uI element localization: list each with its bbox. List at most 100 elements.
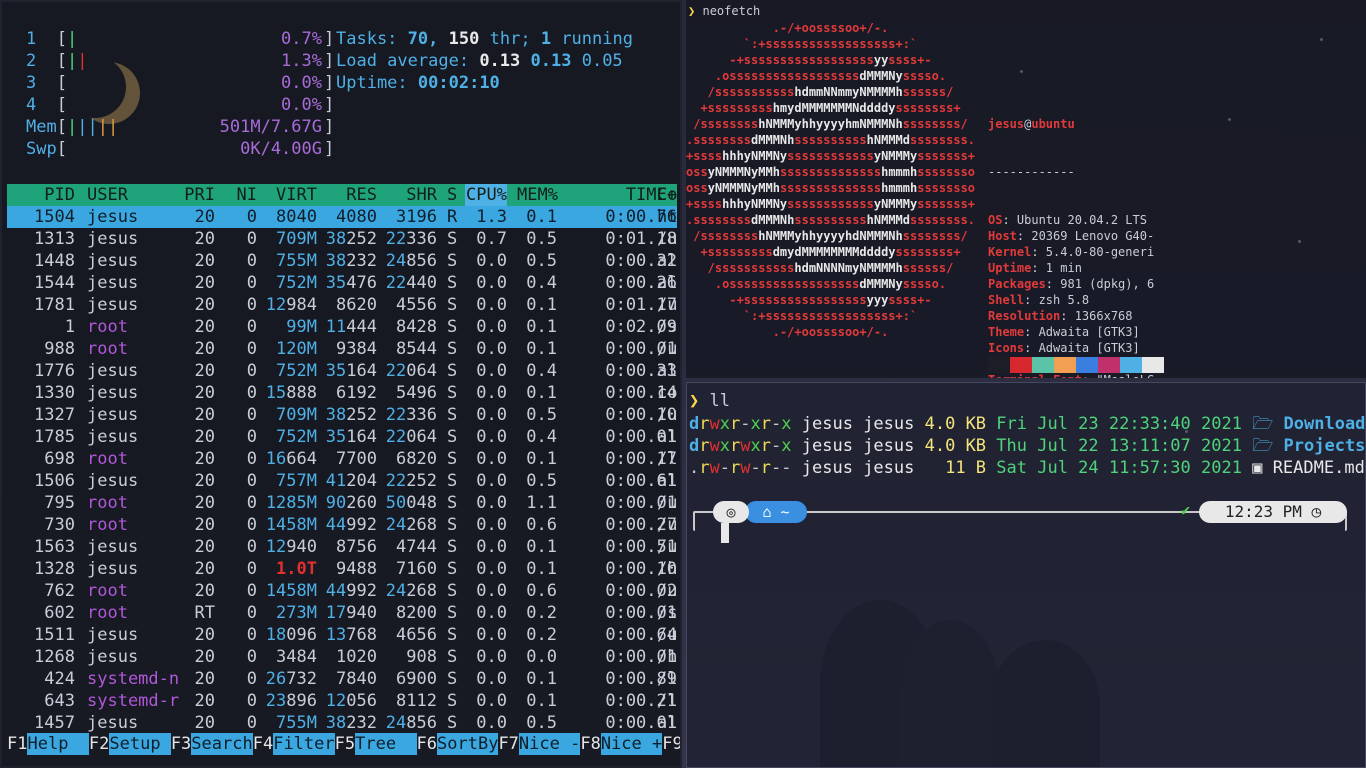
col-state[interactable]: S [447, 184, 457, 206]
directory-segment: ⌂ ~ [745, 501, 807, 523]
cell-virt: 120M [276, 339, 317, 359]
table-row[interactable]: 424 systemd-n 20 0 26732 7840 6900 S 0.0 0.1 0:00.… [7, 668, 677, 690]
process-table[interactable]: PID USER PRI NI VIRT RES SHR S CPU% MEM%… [7, 184, 677, 734]
htop-window[interactable]: 1 [| 0.7%] 2 [|| 1.3%] 3 [0.0%] 4 [0.0%] Mem[|… [0, 0, 682, 768]
fkey-f3[interactable]: F3 [171, 733, 191, 755]
table-row[interactable]: 1313 jesus 20 0 709M 38252 22336 S 0.7 0.5 0:01.18… [7, 228, 677, 250]
cell-shr: 50048 [385, 493, 437, 513]
cell-user: jesus [87, 405, 139, 425]
table-row[interactable]: 1776 jesus 20 0 752M 35164 22064 S 0.0 0.4 0:00.33… [7, 360, 677, 382]
table-row[interactable]: 1781 jesus 20 0 12984 8620 4556 S 0.0 0.1 0:01.17/… [7, 294, 677, 316]
cell-pid: 730 [44, 515, 75, 535]
cell-ni: 0 [246, 427, 257, 447]
list-item[interactable]: drwxrwxr-x jesus jesus 4.0 KB Thu Jul 22… [689, 435, 1365, 457]
cell-mem: 0.1 [526, 295, 557, 315]
cell-mem: 0.2 [526, 603, 557, 623]
col-shr[interactable]: SHR [385, 184, 437, 206]
cell-command: al [657, 713, 678, 733]
cell-res: 41204 [325, 471, 377, 491]
col-virt[interactable]: VIRT [265, 184, 317, 206]
cell-res: 11444 [325, 317, 377, 337]
info-icons: Icons: Adwaita [GTK3] [988, 341, 1140, 355]
cell-cpu: 1.3 [476, 207, 507, 227]
table-row[interactable]: 1268 jesus 20 0 3484 1020 908 S 0.0 0.0 0:00.01/h [7, 646, 677, 668]
cell-mem: 0.1 [526, 317, 557, 337]
col-ni[interactable]: NI [227, 184, 257, 206]
col-command[interactable]: Co [657, 184, 679, 206]
table-row[interactable]: 1563 jesus 20 0 12940 8756 4744 S 0.0 0.1 0:00.51/… [7, 536, 677, 558]
fkey-f5[interactable]: F5 [335, 733, 355, 755]
cell-state: S [447, 405, 458, 425]
info-kernel: Kernel: 5.4.0-80-generi [988, 245, 1155, 259]
table-row[interactable]: 1 root 20 0 99M 11444 8428 S 0.0 0.1 0:02.09/s [7, 316, 678, 338]
cell-command: /h [657, 559, 678, 579]
list-item[interactable]: .rw-rw-r-- jesus jesus 11 B Sat Jul 24 1… [689, 457, 1365, 479]
cell-mem: 0.5 [526, 713, 557, 733]
table-row[interactable]: 1328 jesus 20 0 1.0T 9488 7160 S 0.0 0.1 0:00.10/h [7, 558, 677, 580]
fkey-f2[interactable]: F2 [89, 733, 109, 755]
col-user[interactable]: USER [87, 184, 128, 206]
cell-ni: 0 [246, 339, 257, 359]
swp-meter: Swp[0K/4.00G] [26, 139, 335, 159]
table-row[interactable]: 762 root 20 0 1458M 44992 24268 S 0.0 0.6 0:00.02/… [7, 580, 677, 602]
table-row[interactable]: 1457 jesus 20 0 755M 38232 24856 S 0.0 0.5 0:00.01… [7, 712, 677, 734]
table-row[interactable]: 698 root 20 0 16664 7700 6820 S 0.0 0.1 0:00.17/l [7, 448, 677, 470]
col-cpu[interactable]: CPU% [465, 184, 507, 206]
fkey-f1[interactable]: F1 [7, 733, 27, 755]
table-row[interactable]: 1504 jesus 20 0 8040 4080 3196 R 1.3 0.1 0:00.76 ht [7, 206, 677, 228]
star-decoration [1320, 38, 1323, 41]
table-row[interactable]: 795 root 20 0 1285M 90260 50048 S 0.0 1.1 0:00.01/… [7, 492, 677, 514]
cell-ni: 0 [246, 361, 257, 381]
fkey-label-f3[interactable]: Search [191, 733, 253, 755]
table-row[interactable]: 1511 jesus 20 0 18096 13768 4656 S 0.0 0.2 0:00.64… [7, 624, 677, 646]
cell-state: S [447, 339, 458, 359]
cell-res: 38252 [325, 405, 377, 425]
fkey-label-f8[interactable]: Nice + [600, 733, 663, 755]
cell-cpu: 0.0 [476, 713, 507, 733]
fkey-f4[interactable]: F4 [253, 733, 273, 755]
cell-ni: 0 [246, 471, 257, 491]
cell-pid: 988 [44, 339, 75, 359]
table-row[interactable]: 1327 jesus 20 0 709M 38252 22336 S 0.0 0.5 0:00.10… [7, 404, 677, 426]
cell-pri: 20 [194, 625, 215, 645]
process-table-header[interactable]: PID USER PRI NI VIRT RES SHR S CPU% MEM%… [7, 184, 677, 206]
fkey-label-f4[interactable]: Filter [273, 733, 335, 755]
cell-ni: 0 [246, 625, 257, 645]
cell-pid: 1457 [34, 713, 75, 733]
cell-ni: 0 [246, 669, 257, 689]
neofetch-terminal[interactable]: ❯ neofetch .-/+oossssoo+/-. `:+sssssssss… [686, 0, 1366, 378]
table-row[interactable]: 1544 jesus 20 0 752M 35476 22440 S 0.0 0.4 0:00.26… [7, 272, 677, 294]
table-row[interactable]: 643 systemd-r 20 0 23896 12056 8112 S 0.0 0.1 0:00… [7, 690, 677, 712]
fkey-label-f6[interactable]: SortBy [437, 733, 499, 755]
fkey-label-f2[interactable]: Setup [109, 733, 171, 755]
table-row[interactable]: 602 root RT 0 273M 17940 8200 S 0.0 0.2 0:00.01/s [7, 602, 677, 624]
table-row[interactable]: 1506 jesus 20 0 757M 41204 22252 S 0.0 0.5 0:00.61… [7, 470, 677, 492]
fkey-f8[interactable]: F8 [580, 733, 600, 755]
table-row[interactable]: 988 root 20 0 120M 9384 8544 S 0.0 0.1 0:00.01/u [7, 338, 677, 360]
cell-pri: 20 [194, 317, 215, 337]
list-item[interactable]: drwxr-xr-x jesus jesus 4.0 KB Fri Jul 23… [689, 413, 1365, 435]
table-row[interactable]: 1448 jesus 20 0 755M 38232 24856 S 0.0 0.5 0:00.32… [7, 250, 677, 272]
cell-ni: 0 [246, 295, 257, 315]
fkey-f7[interactable]: F7 [498, 733, 518, 755]
fkey-label-f1[interactable]: Help [27, 733, 89, 755]
alacritty-terminal[interactable]: ❯ ll drwxr-xr-x jesus jesus 4.0 KB Fri J… [686, 382, 1366, 768]
fkey-f9[interactable]: F9 [662, 733, 680, 755]
success-check-icon: ✔ [1181, 501, 1191, 519]
col-pid[interactable]: PID [7, 184, 75, 206]
cell-pid: 762 [44, 581, 75, 601]
fkey-label-f5[interactable]: Tree [355, 733, 417, 755]
load-average-line: Load average: 0.13 0.13 0.05 [336, 51, 623, 71]
col-mem[interactable]: MEM% [517, 184, 558, 206]
col-res[interactable]: RES [323, 184, 377, 206]
col-pri[interactable]: PRI [157, 184, 215, 206]
fkey-label-f7[interactable]: Nice - [518, 733, 581, 755]
cell-pid: 1330 [34, 383, 75, 403]
cell-state: S [447, 493, 458, 513]
table-row[interactable]: 1785 jesus 20 0 752M 35164 22064 S 0.0 0.4 0:00.01… [7, 426, 677, 448]
fkey-f6[interactable]: F6 [417, 733, 437, 755]
table-row[interactable]: 1330 jesus 20 0 15888 6192 5496 S 0.0 0.1 0:00.14 c… [7, 382, 677, 404]
command-text: neofetch [702, 4, 761, 18]
cell-virt: 1458M [265, 581, 317, 601]
table-row[interactable]: 730 root 20 0 1458M 44992 24268 S 0.0 0.6 0:00.27/… [7, 514, 677, 536]
